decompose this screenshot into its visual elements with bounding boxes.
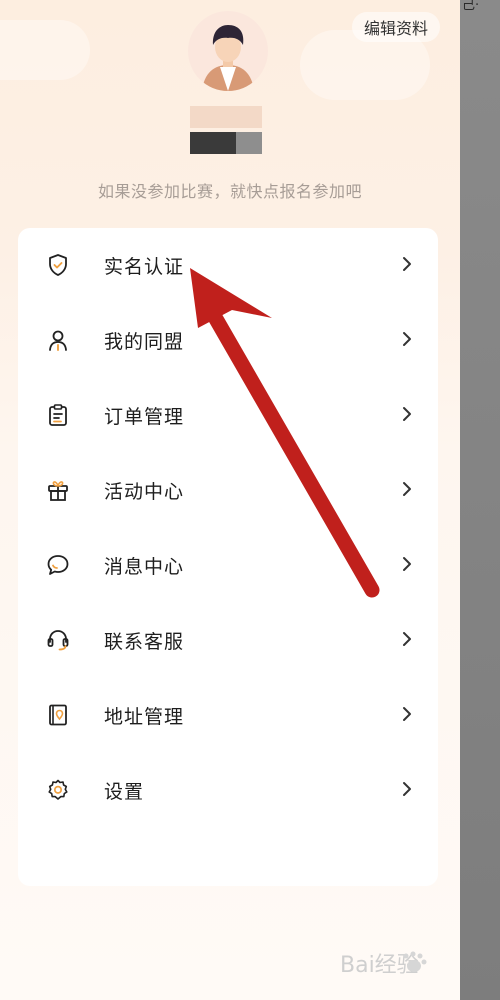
avatar[interactable]	[188, 11, 268, 91]
chevron-right-icon	[403, 257, 411, 271]
baidu-watermark: Bai经验	[340, 951, 427, 978]
menu-item-label: 实名认证	[104, 256, 185, 278]
edit-profile-button[interactable]: 编辑资料	[352, 12, 440, 42]
blur-block	[236, 132, 262, 154]
chat-bubble-icon	[47, 555, 69, 575]
menu-item-label: 地址管理	[104, 706, 185, 728]
menu-item-label: 订单管理	[104, 406, 185, 428]
chevron-right-icon	[403, 707, 411, 721]
menu-card: 实名认证 我的同盟 订单管理 活动中心 消息中心 联系客服 地址管理 设置	[18, 228, 438, 886]
menu-item-my-alliance[interactable]: 我的同盟	[18, 303, 438, 377]
decorative-shape	[0, 20, 90, 80]
menu-item-label: 消息中心	[104, 556, 185, 578]
headset-icon	[47, 630, 69, 651]
signup-hint: 如果没参加比赛，就快点报名参加吧	[97, 182, 362, 201]
chevron-right-icon	[403, 632, 411, 646]
blur-block	[190, 106, 262, 128]
menu-item-label: 联系客服	[104, 631, 185, 653]
chevron-right-icon	[403, 782, 411, 796]
chevron-right-icon	[403, 332, 411, 346]
menu-item-label: 设置	[104, 781, 145, 803]
gear-icon	[48, 779, 68, 800]
blur-block	[190, 132, 236, 154]
profile-screen: 编辑资料 如果没参加比赛，就快点报名参加吧 实名认证 我的同盟 订单管理 活动中…	[0, 0, 460, 1000]
clipboard-icon	[49, 404, 67, 426]
menu-item-order-management[interactable]: 订单管理	[18, 378, 438, 452]
menu-item-activity-center[interactable]: 活动中心	[18, 453, 438, 527]
shield-check-icon	[49, 254, 67, 276]
chevron-right-icon	[403, 482, 411, 496]
person-icon	[49, 330, 67, 351]
menu-item-message-center[interactable]: 消息中心	[18, 528, 438, 602]
address-book-icon	[49, 704, 67, 726]
username-blurred	[190, 106, 262, 154]
avatar-illustration	[202, 25, 254, 91]
menu-item-settings[interactable]: 设置	[18, 753, 438, 827]
chevron-right-icon	[403, 407, 411, 421]
adjacent-screen-text: 己·	[462, 0, 480, 13]
menu-item-label: 我的同盟	[104, 331, 185, 353]
gift-icon	[48, 481, 68, 501]
menu-item-label: 活动中心	[104, 481, 185, 503]
menu-item-contact-support[interactable]: 联系客服	[18, 603, 438, 677]
chevron-right-icon	[403, 557, 411, 571]
menu-item-real-name-auth[interactable]: 实名认证	[18, 228, 438, 302]
adjacent-screen-edge	[460, 0, 500, 1000]
menu-item-address-management[interactable]: 地址管理	[18, 678, 438, 752]
